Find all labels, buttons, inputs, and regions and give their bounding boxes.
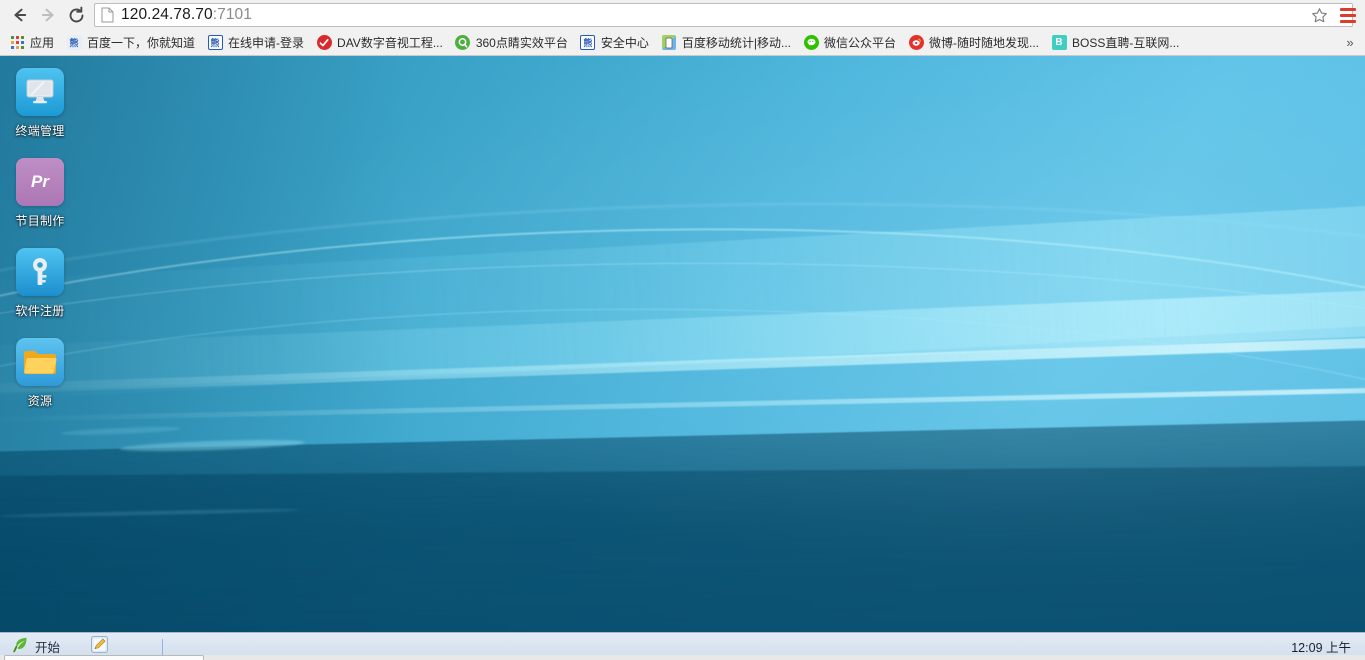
bookmark-label: BOSS直聘-互联网... xyxy=(1072,36,1180,50)
dav-icon xyxy=(316,35,332,51)
baidu-icon: 熊 xyxy=(66,35,82,51)
back-button[interactable] xyxy=(6,2,34,28)
hamburger-icon-line xyxy=(1340,19,1356,23)
address-bar[interactable]: 120.24.78.70:7101 xyxy=(94,3,1353,27)
bookmarks-bar: 应用 熊 百度一下，你就知道 熊 在线申请-登录 DAV数字音视工程... 36… xyxy=(0,30,1365,55)
url-port: :7101 xyxy=(212,6,252,23)
desktop-icon-column: 终端管理 Pr 节目制作 软件注册 资源 xyxy=(0,64,80,424)
browser-chrome: 120.24.78.70:7101 应用 熊 百度一下，你就知道 熊 在线申请… xyxy=(0,0,1365,56)
bookmark-item-baidu-mobile-stats[interactable]: 百度移动统计|移动... xyxy=(657,32,797,53)
apps-grid-icon xyxy=(9,35,25,51)
bookmark-item-online-apply-login[interactable]: 熊 在线申请-登录 xyxy=(203,32,310,53)
download-shelf-fragment[interactable] xyxy=(4,655,204,660)
desktop-icon-label: 终端管理 xyxy=(15,124,65,138)
weibo-icon xyxy=(908,35,924,51)
bookmark-label: 360点睛实效平台 xyxy=(475,36,568,50)
back-arrow-icon xyxy=(14,8,27,22)
bookmark-star-button[interactable] xyxy=(1307,3,1331,27)
bookmark-label: 微博-随时随地发现... xyxy=(929,36,1040,50)
bookmark-label: 百度一下，你就知道 xyxy=(87,36,196,50)
chrome-menu-button[interactable] xyxy=(1335,3,1361,27)
bookmark-item-weibo[interactable]: 微博-随时随地发现... xyxy=(904,32,1045,53)
bookmark-label: DAV数字音视工程... xyxy=(337,36,443,50)
desktop-icon-label: 软件注册 xyxy=(15,304,65,318)
bookmark-item-wechat-mp[interactable]: 微信公众平台 xyxy=(799,32,902,53)
desktop-icon-label: 资源 xyxy=(27,394,53,408)
browser-toolbar: 120.24.78.70:7101 xyxy=(0,0,1365,30)
desktop-icon-terminal-management[interactable]: 终端管理 xyxy=(1,64,79,141)
bookmark-item-baidu-search[interactable]: 熊 百度一下，你就知道 xyxy=(62,32,201,53)
forward-button[interactable] xyxy=(34,2,62,28)
bookmark-item-boss-zhipin[interactable]: B BOSS直聘-互联网... xyxy=(1047,32,1185,53)
mobile-icon xyxy=(661,35,677,51)
hamburger-icon-line xyxy=(1340,7,1356,11)
desktop-icon-label: 节目制作 xyxy=(15,214,65,228)
reload-icon xyxy=(69,6,83,22)
wechat-icon xyxy=(803,35,819,51)
desktop-wallpaper[interactable]: 终端管理 Pr 节目制作 软件注册 资源 xyxy=(0,56,1365,632)
bookmark-item-360[interactable]: 360点睛实效平台 xyxy=(451,32,574,53)
bookmark-item-dav[interactable]: DAV数字音视工程... xyxy=(312,32,449,53)
boss-icon: B xyxy=(1051,35,1067,51)
start-button-label: 开始 xyxy=(35,641,61,655)
wallpaper-waves xyxy=(0,56,1365,632)
screen: 120.24.78.70:7101 应用 熊 百度一下，你就知道 熊 在线申请… xyxy=(0,0,1365,660)
star-icon xyxy=(1311,7,1327,22)
bookmark-apps[interactable]: 应用 xyxy=(5,32,60,53)
bookmarks-overflow-button[interactable]: » xyxy=(1341,33,1359,51)
bookmark-label: 微信公众平台 xyxy=(824,36,897,50)
bookmark-label: 安全中心 xyxy=(600,36,649,50)
bookmark-label: 百度移动统计|移动... xyxy=(681,36,791,50)
bookmark-label: 在线申请-登录 xyxy=(228,36,305,50)
hamburger-icon-line xyxy=(1340,13,1356,17)
360-icon xyxy=(455,35,471,51)
reload-button[interactable] xyxy=(62,2,90,28)
bottom-strip xyxy=(0,655,1365,660)
baidu-boxed-icon: 熊 xyxy=(580,35,596,51)
taskbar-notepad-button[interactable] xyxy=(88,635,110,657)
pr-glyph: Pr xyxy=(31,172,49,191)
folder-icon xyxy=(16,338,64,386)
desktop-icon-software-registration[interactable]: 软件注册 xyxy=(1,244,79,321)
desktop-icon-program-production[interactable]: Pr 节目制作 xyxy=(1,154,79,231)
monitor-icon xyxy=(16,68,64,116)
taskbar-clock[interactable]: 12:09 上午 xyxy=(1291,637,1351,656)
bookmark-item-security-center[interactable]: 熊 安全中心 xyxy=(576,32,655,53)
key-icon xyxy=(16,248,64,296)
baidu-boxed-icon: 熊 xyxy=(207,35,223,51)
page-icon xyxy=(101,7,114,23)
desktop-icon-resources[interactable]: 资源 xyxy=(1,334,79,411)
bookmark-apps-label: 应用 xyxy=(30,36,55,50)
forward-arrow-icon xyxy=(41,8,54,22)
url-host: 120.24.78.70 xyxy=(121,6,213,23)
pr-icon: Pr xyxy=(16,158,64,206)
taskbar-separator xyxy=(162,638,164,655)
